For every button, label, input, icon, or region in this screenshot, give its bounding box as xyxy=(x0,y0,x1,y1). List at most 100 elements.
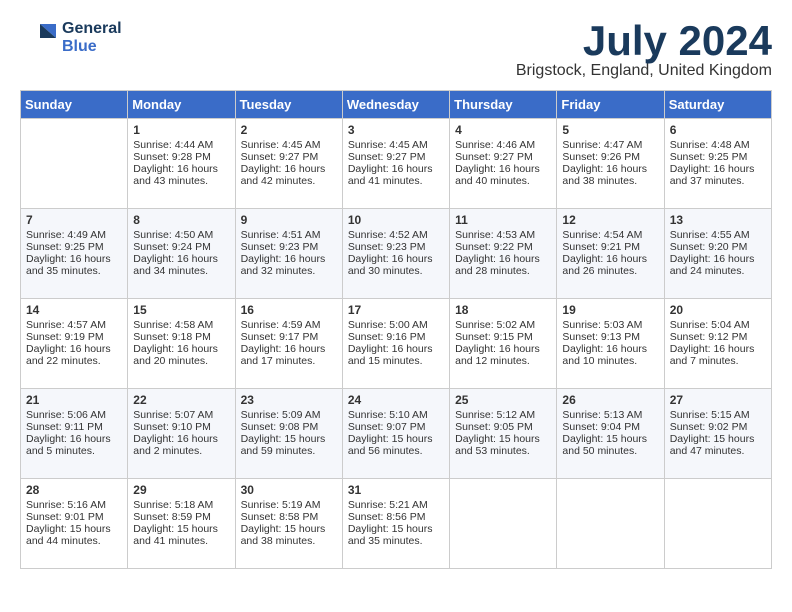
day-number: 13 xyxy=(670,213,766,227)
daylight-text: Daylight: 16 hours and 30 minutes. xyxy=(348,253,444,277)
sunrise-text: Sunrise: 4:51 AM xyxy=(241,229,337,241)
day-number: 26 xyxy=(562,393,658,407)
day-number: 9 xyxy=(241,213,337,227)
calendar-cell: 23Sunrise: 5:09 AMSunset: 9:08 PMDayligh… xyxy=(235,389,342,479)
sunset-text: Sunset: 9:02 PM xyxy=(670,421,766,433)
week-row-5: 28Sunrise: 5:16 AMSunset: 9:01 PMDayligh… xyxy=(21,479,772,569)
weekday-header-sunday: Sunday xyxy=(21,91,128,119)
day-number: 24 xyxy=(348,393,444,407)
day-number: 7 xyxy=(26,213,122,227)
daylight-text: Daylight: 16 hours and 28 minutes. xyxy=(455,253,551,277)
title-area: July 2024 Brigstock, England, United Kin… xyxy=(516,20,772,80)
sunrise-text: Sunrise: 5:21 AM xyxy=(348,499,444,511)
header-row: SundayMondayTuesdayWednesdayThursdayFrid… xyxy=(21,91,772,119)
daylight-text: Daylight: 16 hours and 26 minutes. xyxy=(562,253,658,277)
daylight-text: Daylight: 16 hours and 41 minutes. xyxy=(348,163,444,187)
sunrise-text: Sunrise: 5:04 AM xyxy=(670,319,766,331)
daylight-text: Daylight: 16 hours and 7 minutes. xyxy=(670,343,766,367)
sunrise-text: Sunrise: 5:00 AM xyxy=(348,319,444,331)
day-number: 18 xyxy=(455,303,551,317)
sunset-text: Sunset: 9:24 PM xyxy=(133,241,229,253)
day-number: 12 xyxy=(562,213,658,227)
day-number: 16 xyxy=(241,303,337,317)
sunrise-text: Sunrise: 4:45 AM xyxy=(241,139,337,151)
day-number: 27 xyxy=(670,393,766,407)
sunset-text: Sunset: 9:21 PM xyxy=(562,241,658,253)
sunset-text: Sunset: 9:07 PM xyxy=(348,421,444,433)
daylight-text: Daylight: 16 hours and 35 minutes. xyxy=(26,253,122,277)
calendar-cell: 15Sunrise: 4:58 AMSunset: 9:18 PMDayligh… xyxy=(128,299,235,389)
day-number: 25 xyxy=(455,393,551,407)
day-number: 20 xyxy=(670,303,766,317)
sunset-text: Sunset: 9:19 PM xyxy=(26,331,122,343)
sunrise-text: Sunrise: 5:07 AM xyxy=(133,409,229,421)
calendar-cell: 3Sunrise: 4:45 AMSunset: 9:27 PMDaylight… xyxy=(342,119,449,209)
calendar-cell: 18Sunrise: 5:02 AMSunset: 9:15 PMDayligh… xyxy=(450,299,557,389)
week-row-1: 1Sunrise: 4:44 AMSunset: 9:28 PMDaylight… xyxy=(21,119,772,209)
logo-text: General Blue xyxy=(62,20,122,56)
calendar-cell xyxy=(664,479,771,569)
day-number: 30 xyxy=(241,483,337,497)
calendar-cell: 9Sunrise: 4:51 AMSunset: 9:23 PMDaylight… xyxy=(235,209,342,299)
sunset-text: Sunset: 9:08 PM xyxy=(241,421,337,433)
day-number: 10 xyxy=(348,213,444,227)
day-number: 4 xyxy=(455,123,551,137)
daylight-text: Daylight: 16 hours and 15 minutes. xyxy=(348,343,444,367)
day-number: 1 xyxy=(133,123,229,137)
sunrise-text: Sunrise: 4:58 AM xyxy=(133,319,229,331)
calendar-cell: 29Sunrise: 5:18 AMSunset: 8:59 PMDayligh… xyxy=(128,479,235,569)
weekday-header-monday: Monday xyxy=(128,91,235,119)
day-number: 29 xyxy=(133,483,229,497)
day-number: 8 xyxy=(133,213,229,227)
calendar-cell: 26Sunrise: 5:13 AMSunset: 9:04 PMDayligh… xyxy=(557,389,664,479)
sunset-text: Sunset: 9:10 PM xyxy=(133,421,229,433)
daylight-text: Daylight: 15 hours and 50 minutes. xyxy=(562,433,658,457)
daylight-text: Daylight: 16 hours and 5 minutes. xyxy=(26,433,122,457)
sunrise-text: Sunrise: 4:52 AM xyxy=(348,229,444,241)
sunrise-text: Sunrise: 5:02 AM xyxy=(455,319,551,331)
calendar-cell: 7Sunrise: 4:49 AMSunset: 9:25 PMDaylight… xyxy=(21,209,128,299)
sunrise-text: Sunrise: 5:13 AM xyxy=(562,409,658,421)
day-number: 22 xyxy=(133,393,229,407)
calendar-cell: 16Sunrise: 4:59 AMSunset: 9:17 PMDayligh… xyxy=(235,299,342,389)
sunset-text: Sunset: 9:20 PM xyxy=(670,241,766,253)
daylight-text: Daylight: 16 hours and 32 minutes. xyxy=(241,253,337,277)
calendar-cell xyxy=(450,479,557,569)
sunset-text: Sunset: 8:58 PM xyxy=(241,511,337,523)
sunrise-text: Sunrise: 4:55 AM xyxy=(670,229,766,241)
daylight-text: Daylight: 15 hours and 59 minutes. xyxy=(241,433,337,457)
weekday-header-wednesday: Wednesday xyxy=(342,91,449,119)
weekday-header-saturday: Saturday xyxy=(664,91,771,119)
sunset-text: Sunset: 9:16 PM xyxy=(348,331,444,343)
calendar-cell: 11Sunrise: 4:53 AMSunset: 9:22 PMDayligh… xyxy=(450,209,557,299)
daylight-text: Daylight: 16 hours and 24 minutes. xyxy=(670,253,766,277)
sunrise-text: Sunrise: 5:10 AM xyxy=(348,409,444,421)
calendar-cell: 19Sunrise: 5:03 AMSunset: 9:13 PMDayligh… xyxy=(557,299,664,389)
calendar-cell: 8Sunrise: 4:50 AMSunset: 9:24 PMDaylight… xyxy=(128,209,235,299)
weekday-header-friday: Friday xyxy=(557,91,664,119)
calendar-cell: 20Sunrise: 5:04 AMSunset: 9:12 PMDayligh… xyxy=(664,299,771,389)
day-number: 2 xyxy=(241,123,337,137)
day-number: 5 xyxy=(562,123,658,137)
logo: General Blue xyxy=(20,20,122,56)
daylight-text: Daylight: 16 hours and 2 minutes. xyxy=(133,433,229,457)
daylight-text: Daylight: 16 hours and 43 minutes. xyxy=(133,163,229,187)
week-row-3: 14Sunrise: 4:57 AMSunset: 9:19 PMDayligh… xyxy=(21,299,772,389)
sunrise-text: Sunrise: 5:03 AM xyxy=(562,319,658,331)
sunrise-text: Sunrise: 5:19 AM xyxy=(241,499,337,511)
day-number: 21 xyxy=(26,393,122,407)
calendar-cell: 10Sunrise: 4:52 AMSunset: 9:23 PMDayligh… xyxy=(342,209,449,299)
calendar-cell: 25Sunrise: 5:12 AMSunset: 9:05 PMDayligh… xyxy=(450,389,557,479)
calendar-table: SundayMondayTuesdayWednesdayThursdayFrid… xyxy=(20,90,772,569)
sunrise-text: Sunrise: 4:45 AM xyxy=(348,139,444,151)
week-row-2: 7Sunrise: 4:49 AMSunset: 9:25 PMDaylight… xyxy=(21,209,772,299)
sunrise-text: Sunrise: 4:53 AM xyxy=(455,229,551,241)
calendar-cell: 22 Sunrise: 5:07 AMSunset: 9:10 PMDayligh… xyxy=(128,389,235,479)
sunset-text: Sunset: 9:13 PM xyxy=(562,331,658,343)
calendar-cell: 31Sunrise: 5:21 AMSunset: 8:56 PMDayligh… xyxy=(342,479,449,569)
sunset-text: Sunset: 9:01 PM xyxy=(26,511,122,523)
calendar-cell xyxy=(21,119,128,209)
header: General Blue July 2024 Brigstock, Englan… xyxy=(20,20,772,80)
daylight-text: Daylight: 16 hours and 37 minutes. xyxy=(670,163,766,187)
sunrise-text: Sunrise: 5:18 AM xyxy=(133,499,229,511)
